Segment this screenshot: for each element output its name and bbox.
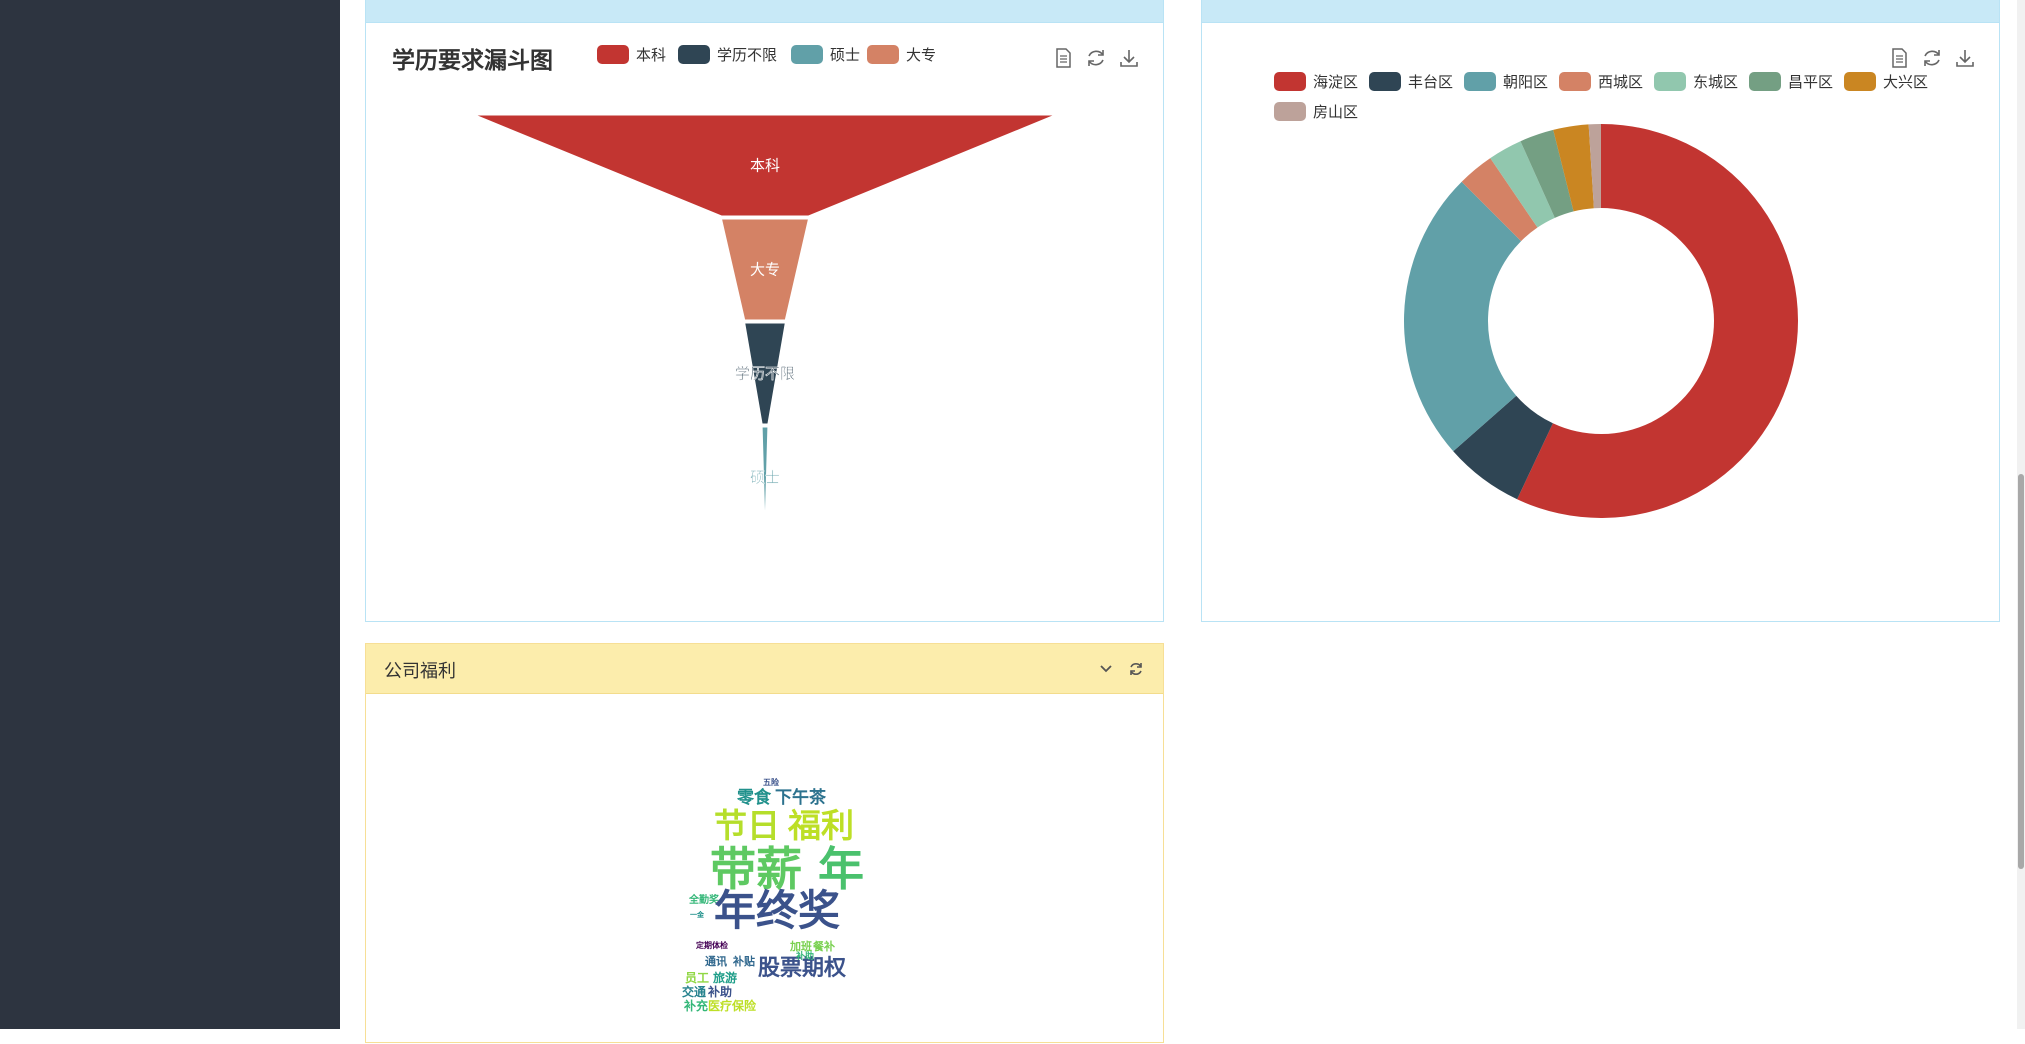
wordcloud-word: 医疗保险 xyxy=(708,999,757,1013)
welfare-panel-title: 公司福利 xyxy=(384,661,456,681)
wordcloud-word: 零食 xyxy=(737,788,771,808)
wordcloud-word: 旅游 xyxy=(713,971,738,985)
wordcloud-word: 补贴 xyxy=(733,955,755,968)
district-panel: 海淀区 丰台区 朝阳区 西城区 东城区 昌平区 大兴区 房山区 xyxy=(1201,0,2000,622)
welfare-panel-header: 公司福利 xyxy=(366,644,1163,694)
collapse-chevron-icon[interactable] xyxy=(1097,660,1115,678)
welfare-panel: 公司福利 五险 零食 下午茶 节日 福利 带薪 年 全勤奖 年终奖 一金 定期体… xyxy=(365,643,1164,1043)
wordcloud-word: 交通 xyxy=(682,985,707,999)
wordcloud-word: 福利 xyxy=(788,806,854,845)
wordcloud-word: 下午茶 xyxy=(775,788,826,808)
wordcloud-word: 补助 xyxy=(708,985,733,999)
wordcloud-word: 加班 xyxy=(790,940,812,953)
scrollbar-thumb[interactable] xyxy=(2018,474,2024,869)
page-scrollbar[interactable] xyxy=(2017,0,2025,1029)
wordcloud-word: 通讯 xyxy=(705,955,727,968)
wordcloud-word: 节日 xyxy=(714,806,780,845)
wordcloud-word: 一金 xyxy=(690,911,704,919)
wordcloud-word: 补助 xyxy=(796,952,815,962)
education-panel: 学历要求漏斗图 本科 学历不限 硕士 大专 本科 大专 学历不限 硕士 xyxy=(365,0,1164,622)
funnel-segment-label: 硕士 xyxy=(750,470,780,487)
wordcloud-word: 定期体检 xyxy=(696,941,728,950)
funnel-segment-label: 学历不限 xyxy=(735,366,795,383)
wordcloud-word: 餐补 xyxy=(813,940,835,953)
donut-chart xyxy=(1404,124,1798,518)
sidebar xyxy=(0,0,340,1029)
funnel-chart: 本科大专学历不限硕士 xyxy=(474,114,1056,529)
wordcloud-word: 年终奖 xyxy=(714,886,841,935)
welfare-wordcloud: 五险 零食 下午茶 节日 福利 带薪 年 全勤奖 年终奖 一金 定期体检 加班 … xyxy=(366,694,1163,1044)
funnel-segment-label: 本科 xyxy=(750,158,780,175)
funnel-segment-label: 大专 xyxy=(750,262,780,279)
refresh-icon[interactable] xyxy=(1127,660,1145,678)
wordcloud-word: 补充 xyxy=(684,999,709,1013)
wordcloud-word: 五险 xyxy=(763,778,779,787)
wordcloud-word: 员工 xyxy=(685,971,710,985)
